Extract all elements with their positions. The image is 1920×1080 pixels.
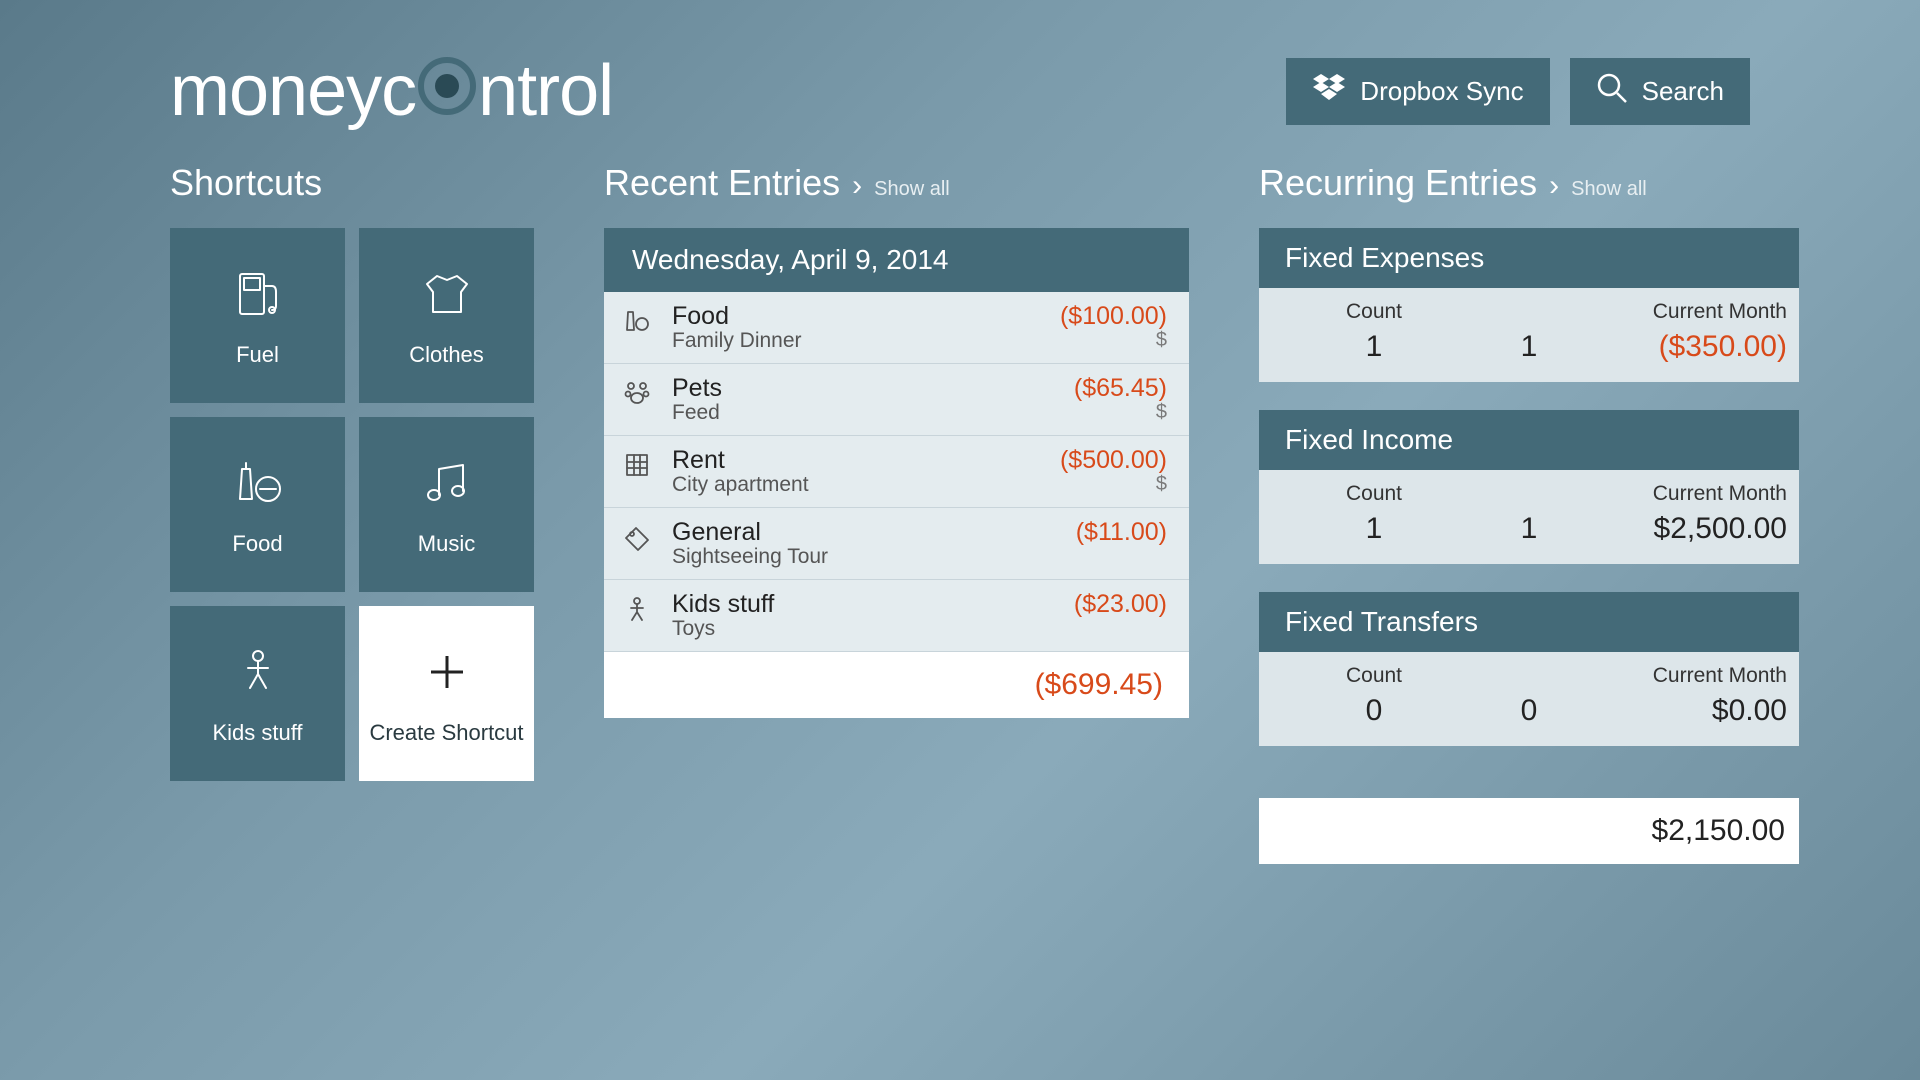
current-month-header: Current Month <box>1569 664 1799 688</box>
food-icon <box>230 453 286 513</box>
dropbox-icon <box>1312 73 1346 110</box>
count-header: Count <box>1259 300 1489 324</box>
logo-ntrol: ntrol <box>478 50 613 132</box>
shortcut-tile-food[interactable]: Food <box>170 417 345 592</box>
entry-amount: ($500.00) <box>1060 446 1167 475</box>
search-button[interactable]: Search <box>1570 58 1750 125</box>
recurring-block[interactable]: Fixed TransfersCountCurrent Month00$0.00 <box>1259 592 1799 746</box>
chevron-right-icon: › <box>852 169 862 203</box>
shortcut-label: Kids stuff <box>212 720 302 746</box>
plus-icon <box>425 642 469 702</box>
shortcut-tile-kids[interactable]: Kids stuff <box>170 606 345 781</box>
entries-total: ($699.45) <box>604 652 1189 718</box>
kids-icon <box>622 590 658 641</box>
search-icon <box>1596 72 1628 111</box>
recurring-show-all-link[interactable]: Show all <box>1571 178 1647 201</box>
mid-value: 1 <box>1489 512 1569 546</box>
logo-c: c <box>381 50 416 132</box>
entry-subtext: Sightseeing Tour <box>672 545 1062 569</box>
kids-icon <box>230 642 286 702</box>
entry-currency: $ <box>1156 401 1167 424</box>
dropbox-sync-button[interactable]: Dropbox Sync <box>1286 58 1549 125</box>
recurring-block-title: Fixed Expenses <box>1259 228 1799 288</box>
entry-category: Rent <box>672 446 1046 475</box>
shortcut-tile-clothes[interactable]: Clothes <box>359 228 534 403</box>
entry-category: Food <box>672 302 1046 331</box>
count-header: Count <box>1259 664 1489 688</box>
recent-entries-heading[interactable]: Recent Entries › Show all <box>604 162 1189 204</box>
recurring-block-title: Fixed Income <box>1259 410 1799 470</box>
entry-amount: ($100.00) <box>1060 302 1167 331</box>
recurring-block[interactable]: Fixed ExpensesCountCurrent Month11($350.… <box>1259 228 1799 382</box>
current-month-header: Current Month <box>1569 300 1799 324</box>
count-value: 0 <box>1259 694 1489 728</box>
entry-subtext: Toys <box>672 617 1060 641</box>
count-header: Count <box>1259 482 1489 506</box>
entry-row[interactable]: Kids stuffToys ($23.00) <box>604 580 1189 652</box>
entry-category: General <box>672 518 1062 547</box>
clothes-icon <box>419 264 475 324</box>
mid-value: 1 <box>1489 330 1569 364</box>
chevron-right-icon: › <box>1549 169 1559 203</box>
dropbox-sync-label: Dropbox Sync <box>1360 76 1523 107</box>
shortcut-tile-fuel[interactable]: Fuel <box>170 228 345 403</box>
shortcut-label: Clothes <box>409 342 484 368</box>
month-value: $2,500.00 <box>1569 512 1799 546</box>
general-icon <box>622 518 658 569</box>
shortcuts-heading: Shortcuts <box>170 162 534 204</box>
fuel-icon <box>230 264 286 324</box>
entry-subtext: Feed <box>672 401 1060 425</box>
shortcut-label: Music <box>418 531 475 557</box>
pets-icon <box>622 374 658 425</box>
recurring-total: $2,150.00 <box>1259 798 1799 864</box>
entry-currency: $ <box>1156 329 1167 352</box>
entry-amount: ($11.00) <box>1076 518 1167 547</box>
current-month-header: Current Month <box>1569 482 1799 506</box>
food-icon <box>622 302 658 353</box>
entry-amount: ($23.00) <box>1074 590 1167 619</box>
music-icon <box>419 453 475 513</box>
recent-show-all-link[interactable]: Show all <box>874 178 950 201</box>
rent-icon <box>622 446 658 497</box>
search-label: Search <box>1642 76 1724 107</box>
entry-row[interactable]: FoodFamily Dinner ($100.00)$ <box>604 292 1189 364</box>
app-logo: money c ntrol <box>170 50 613 132</box>
create-shortcut-tile[interactable]: Create Shortcut <box>359 606 534 781</box>
entry-subtext: City apartment <box>672 473 1046 497</box>
count-value: 1 <box>1259 512 1489 546</box>
entry-amount: ($65.45) <box>1074 374 1167 403</box>
month-value: ($350.00) <box>1569 330 1799 364</box>
entry-category: Pets <box>672 374 1060 403</box>
recurring-block[interactable]: Fixed IncomeCountCurrent Month11$2,500.0… <box>1259 410 1799 564</box>
logo-o-icon <box>418 57 476 115</box>
month-value: $0.00 <box>1569 694 1799 728</box>
entry-category: Kids stuff <box>672 590 1060 619</box>
shortcut-label: Fuel <box>236 342 279 368</box>
mid-value: 0 <box>1489 694 1569 728</box>
entry-row[interactable]: RentCity apartment ($500.00)$ <box>604 436 1189 508</box>
create-shortcut-label: Create Shortcut <box>369 720 523 746</box>
count-value: 1 <box>1259 330 1489 364</box>
entries-date-header: Wednesday, April 9, 2014 <box>604 228 1189 292</box>
entry-subtext: Family Dinner <box>672 329 1046 353</box>
recurring-block-title: Fixed Transfers <box>1259 592 1799 652</box>
recurring-entries-heading[interactable]: Recurring Entries › Show all <box>1259 162 1799 204</box>
shortcut-tile-music[interactable]: Music <box>359 417 534 592</box>
shortcut-label: Food <box>232 531 282 557</box>
entry-currency: $ <box>1156 473 1167 496</box>
entry-row[interactable]: GeneralSightseeing Tour ($11.00) <box>604 508 1189 580</box>
entry-row[interactable]: PetsFeed ($65.45)$ <box>604 364 1189 436</box>
logo-money: money <box>170 50 381 132</box>
